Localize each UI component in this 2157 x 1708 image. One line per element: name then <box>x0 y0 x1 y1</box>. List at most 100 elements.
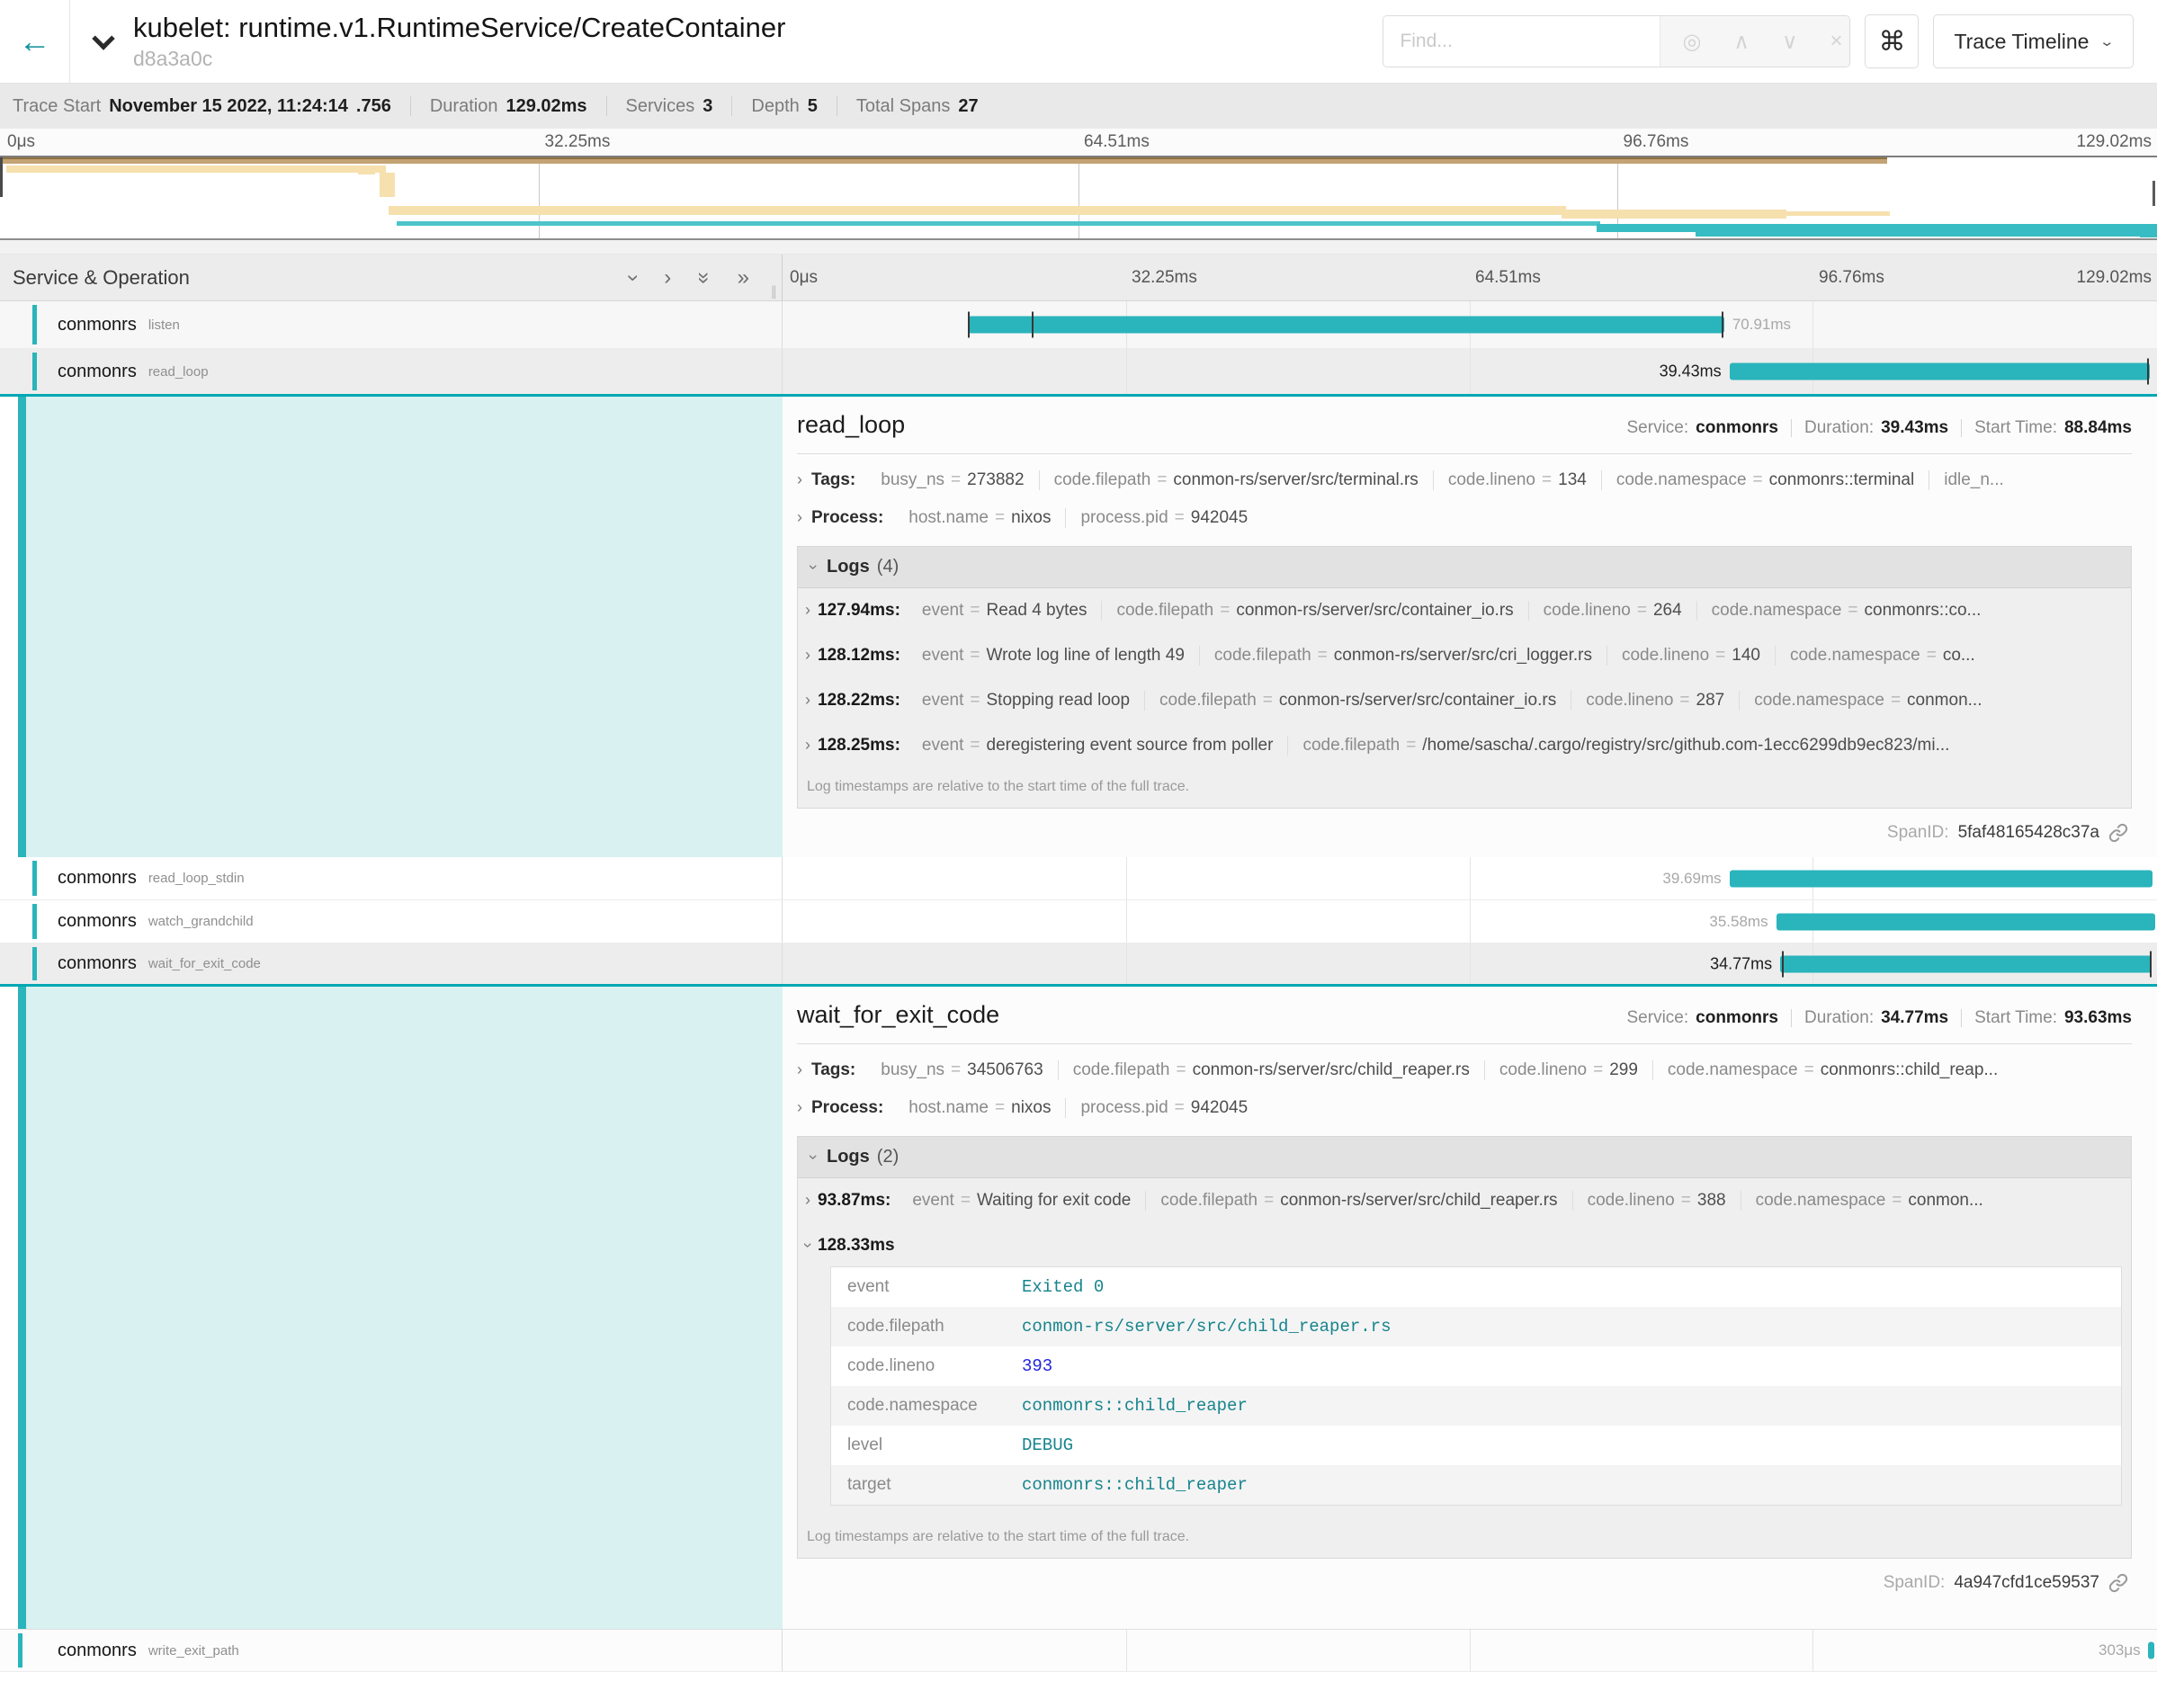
span-row-read-loop-stdin: conmonrs read_loop_stdin 39.69ms <box>0 857 2157 900</box>
span-timeline-cell[interactable]: 39.43ms <box>783 349 2157 394</box>
table-row: code.namespaceconmonrs::child_reaper <box>831 1386 2121 1426</box>
tick-label: 64.51ms <box>1475 268 1541 288</box>
logs-section: › Logs (2) › 93.87ms: event=Waiting for … <box>797 1136 2132 1559</box>
span-bar[interactable] <box>1730 363 2151 380</box>
detail-meta: Service:conmonrs Duration:39.43ms Start … <box>1627 418 2133 438</box>
span-bar[interactable] <box>1730 870 2153 887</box>
detail-indent-column <box>0 987 783 1629</box>
minimap-span-segment <box>358 171 375 174</box>
locate-icon[interactable]: ◎ <box>1682 29 1701 55</box>
table-row: targetconmonrs::child_reaper <box>831 1465 2121 1505</box>
logs-header[interactable]: › Logs (4) <box>798 547 2131 588</box>
minimap-span-segment <box>389 206 1566 215</box>
span-table-header: Service & Operation › › » » ∥ 0μs 32.25m… <box>0 255 2157 301</box>
span-color-accent <box>18 397 26 857</box>
log-entry[interactable]: › 127.94ms: event=Read 4 bytes code.file… <box>798 588 2131 633</box>
tick-label: 32.25ms <box>1132 268 1197 288</box>
detail-panel: read_loop Service:conmonrs Duration:39.4… <box>783 397 2157 857</box>
copy-link-icon[interactable] <box>2108 823 2128 843</box>
span-color-accent <box>32 861 37 896</box>
chevron-right-icon: › <box>805 646 810 665</box>
span-bar[interactable] <box>1777 913 2156 930</box>
log-entry[interactable]: › 128.12ms: event=Wrote log line of leng… <box>798 633 2131 678</box>
log-marker <box>1782 951 1784 977</box>
collapse-trace-chevron-icon[interactable] <box>92 27 114 49</box>
span-name-cell[interactable]: conmonrs listen <box>0 301 783 348</box>
selected-span-highlight <box>26 987 783 1629</box>
log-marker <box>2147 359 2149 385</box>
span-timeline-cell[interactable]: 35.58ms <box>783 900 2157 943</box>
span-color-accent <box>32 353 37 390</box>
span-duration-label: 70.91ms <box>1732 316 1791 334</box>
back-button[interactable]: ← <box>0 0 70 83</box>
find-input[interactable] <box>1383 16 1660 67</box>
span-name-cell[interactable]: conmonrs read_loop_stdin <box>0 857 783 899</box>
minimap-span-segment <box>1562 210 1786 219</box>
log-entry[interactable]: › 128.22ms: event=Stopping read loop cod… <box>798 678 2131 723</box>
find-box: ◎ ∧ ∨ × <box>1383 15 1850 67</box>
tags-row[interactable]: › Tags: busy_ns=273882 code.filepath=con… <box>797 461 2132 499</box>
collapse-all-icon[interactable]: » <box>692 272 717 283</box>
detail-indent-column <box>0 397 783 857</box>
tags-row[interactable]: › Tags: busy_ns=34506763 code.filepath=c… <box>797 1051 2132 1089</box>
find-clear-icon[interactable]: × <box>1830 29 1843 54</box>
log-entry[interactable]: › 93.87ms: event=Waiting for exit code c… <box>798 1178 2131 1223</box>
chevron-right-icon: › <box>805 1191 810 1210</box>
span-name-cell[interactable]: conmonrs read_loop <box>0 349 783 394</box>
span-id-label: SpanID: <box>1887 823 1949 843</box>
find-prev-icon[interactable]: ∧ <box>1733 29 1750 55</box>
minimap-span-segment <box>2140 234 2157 237</box>
span-name-cell[interactable]: conmonrs wait_for_exit_code <box>0 943 783 984</box>
span-name-cell[interactable]: conmonrs watch_grandchild <box>0 900 783 943</box>
view-selector-button[interactable]: Trace Timeline ⌄ <box>1933 14 2134 68</box>
operation-name: wait_for_exit_code <box>148 956 261 971</box>
logs-header[interactable]: › Logs (2) <box>798 1137 2131 1178</box>
find-next-icon[interactable]: ∨ <box>1782 29 1798 55</box>
detail-title: read_loop <box>797 411 905 439</box>
chevron-down-icon: › <box>804 1155 823 1160</box>
span-timeline-cell[interactable]: 39.69ms <box>783 857 2157 899</box>
chevron-down-icon: › <box>799 1243 818 1248</box>
log-entry[interactable]: › 128.25ms: event=deregistering event so… <box>798 723 2131 768</box>
process-row[interactable]: › Process: host.name=nixos process.pid=9… <box>797 499 2132 537</box>
span-timeline-cell[interactable]: 303μs <box>783 1630 2157 1671</box>
tick-label: 129.02ms <box>2077 132 2152 152</box>
span-name-cell[interactable]: conmonrs write_exit_path <box>0 1630 783 1671</box>
expand-collapse-controls: › › » » <box>630 265 749 291</box>
divider <box>797 453 2132 454</box>
span-color-accent <box>32 947 37 980</box>
tick-label: 0μs <box>7 132 35 152</box>
minimap-scrubber-left-handle[interactable] <box>0 157 3 197</box>
column-resizer-grip[interactable]: ∥ <box>771 283 778 300</box>
log-marker <box>968 312 970 338</box>
service-operation-label: Service & Operation <box>13 266 190 290</box>
span-bar[interactable] <box>968 317 1723 334</box>
logs-footnote: Log timestamps are relative to the start… <box>798 1518 2131 1558</box>
expand-all-icon[interactable]: » <box>738 265 749 291</box>
span-bar[interactable] <box>2148 1642 2154 1659</box>
keyboard-shortcuts-button[interactable]: ⌘ <box>1865 14 1919 68</box>
collapse-one-icon[interactable]: › <box>621 274 646 282</box>
table-row: code.lineno393 <box>831 1346 2121 1386</box>
span-bar[interactable] <box>1780 955 2152 972</box>
process-row[interactable]: › Process: host.name=nixos process.pid=9… <box>797 1089 2132 1127</box>
span-duration-label: 39.43ms <box>1660 362 1722 381</box>
divider <box>797 1043 2132 1044</box>
span-timeline-cell[interactable]: 70.91ms <box>783 301 2157 348</box>
divider <box>731 96 732 116</box>
expand-one-icon[interactable]: › <box>664 265 671 291</box>
tick-label: 129.02ms <box>2077 268 2152 288</box>
span-row-write-exit-path: conmonrs write_exit_path 303μs <box>0 1629 2157 1672</box>
copy-link-icon[interactable] <box>2108 1573 2128 1593</box>
service-operation-header: Service & Operation › › » » ∥ <box>0 255 783 300</box>
span-id-value: 4a947cfd1ce59537 <box>1954 1573 2099 1593</box>
minimap-scrubber-right-handle[interactable] <box>2153 181 2155 206</box>
tick-label: 96.76ms <box>1624 132 1689 152</box>
summary-services: Services3 <box>626 96 713 117</box>
selected-span-highlight <box>26 397 783 857</box>
operation-name: listen <box>148 317 180 333</box>
span-timeline-cell[interactable]: 34.77ms <box>783 943 2157 984</box>
span-id-row: SpanID: 5faf48165428c37a <box>797 809 2132 857</box>
trace-minimap[interactable] <box>0 156 2157 240</box>
log-entry-expanded-header[interactable]: › 128.33ms <box>798 1223 2131 1259</box>
